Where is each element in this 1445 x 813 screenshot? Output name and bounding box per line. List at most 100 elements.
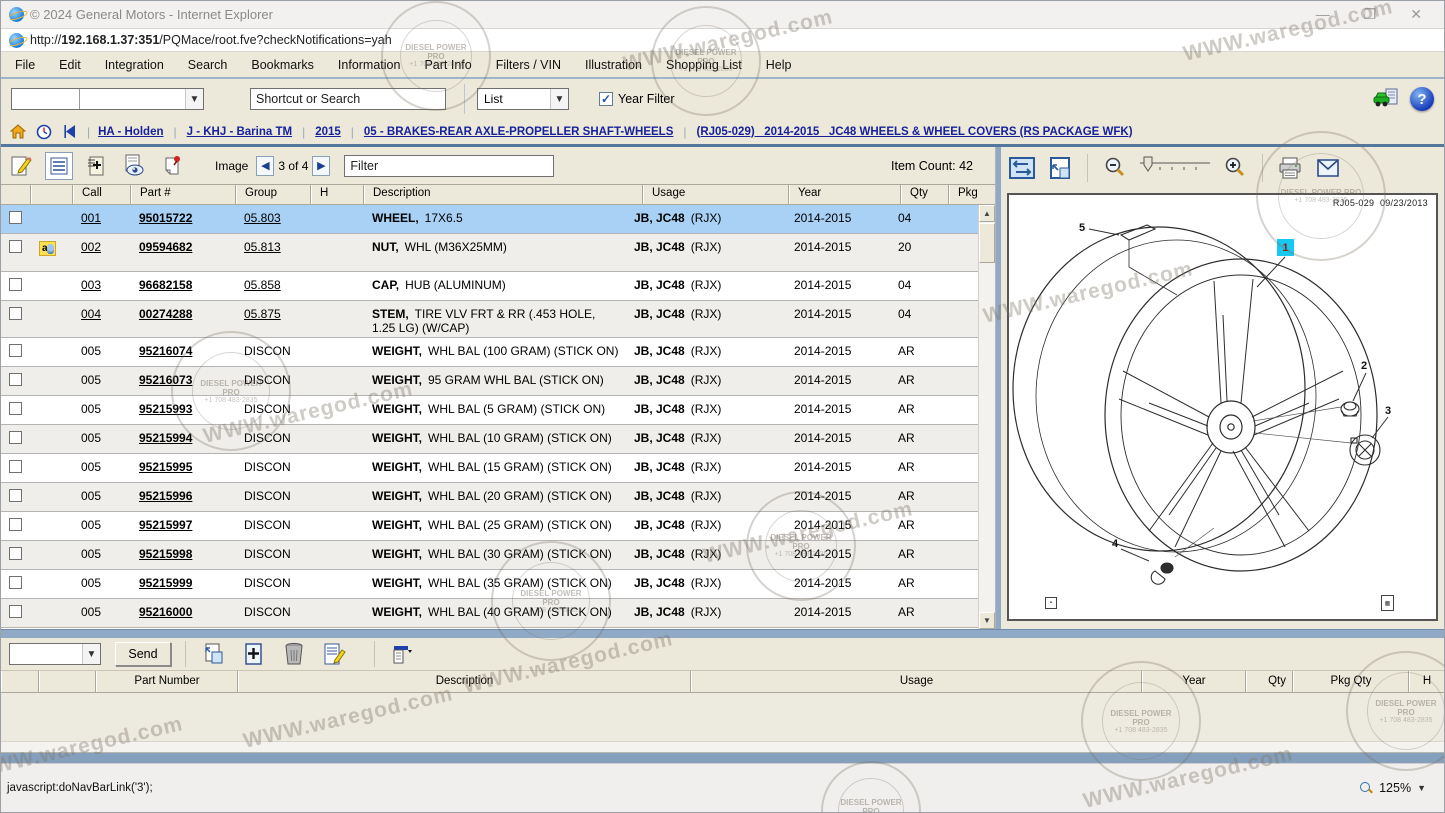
copy-item-icon[interactable]	[200, 640, 228, 668]
breadcrumb-link-0[interactable]: HA - Holden	[98, 126, 163, 138]
column-header-year[interactable]: Year	[1142, 671, 1246, 692]
part-number-link[interactable]: 95215999	[139, 576, 192, 590]
row-checkbox[interactable]	[9, 460, 22, 473]
table-row[interactable]: a0020959468205.813NUT,WHL (M36X25MM)JB, …	[1, 234, 978, 272]
send-target-select[interactable]: ▼	[9, 643, 101, 665]
column-header-description[interactable]: Description	[238, 671, 691, 692]
column-header-h[interactable]: H	[311, 185, 364, 204]
part-number-link[interactable]: 95215997	[139, 518, 192, 532]
fit-page-icon[interactable]	[1045, 153, 1075, 183]
chevron-down-icon[interactable]: ▼	[1417, 783, 1426, 793]
part-number-link[interactable]: 96682158	[139, 278, 192, 292]
row-checkbox[interactable]	[9, 344, 22, 357]
email-icon[interactable]	[1313, 153, 1343, 183]
row-checkbox[interactable]	[9, 211, 22, 224]
edit-note-icon[interactable]	[7, 152, 35, 180]
table-row[interactable]: 0019501572205.803WHEEL,17X6.5JB, JC48(RJ…	[1, 205, 978, 234]
pinned-note-icon[interactable]	[159, 152, 187, 180]
row-checkbox[interactable]	[9, 278, 22, 291]
history-clock-icon[interactable]	[35, 123, 53, 141]
column-header-year[interactable]: Year	[789, 185, 901, 204]
send-button[interactable]: Send	[115, 642, 171, 666]
group-code[interactable]: 05.803	[244, 211, 281, 225]
table-row[interactable]: 0040027428805.875STEM,TIRE VLV FRT & RR …	[1, 301, 978, 338]
row-checkbox[interactable]	[9, 373, 22, 386]
part-number-link[interactable]: 95215995	[139, 460, 192, 474]
table-row[interactable]: 00595215993DISCONWEIGHT,WHL BAL (5 GRAM)…	[1, 396, 978, 425]
column-settings-icon[interactable]	[389, 640, 417, 668]
url-text[interactable]: http://192.168.1.37:351/PQMace/root.fve?…	[30, 33, 392, 47]
list-view-icon[interactable]	[45, 152, 73, 180]
close-button[interactable]: ✕	[1410, 6, 1422, 23]
menu-shopping-list[interactable]: Shopping List	[666, 58, 742, 72]
zoom-control[interactable]: 125% ▼	[1360, 781, 1426, 795]
add-to-list-icon[interactable]	[83, 152, 111, 180]
table-row[interactable]: 00595215999DISCONWEIGHT,WHL BAL (35 GRAM…	[1, 570, 978, 599]
table-row[interactable]: 00595215994DISCONWEIGHT,WHL BAL (10 GRAM…	[1, 425, 978, 454]
column-header-note[interactable]	[31, 185, 73, 204]
column-header-qty[interactable]: Qty	[901, 185, 949, 204]
delete-item-icon[interactable]	[280, 640, 308, 668]
column-header-part[interactable]: Part #	[131, 185, 236, 204]
table-row[interactable]: 00595215996DISCONWEIGHT,WHL BAL (20 GRAM…	[1, 483, 978, 512]
table-row[interactable]: 00595215998DISCONWEIGHT,WHL BAL (30 GRAM…	[1, 541, 978, 570]
next-image-button[interactable]: ▶	[312, 156, 330, 176]
menu-part-info[interactable]: Part Info	[424, 58, 471, 72]
row-checkbox[interactable]	[9, 240, 22, 253]
column-header-usage[interactable]: Usage	[691, 671, 1142, 692]
table-row[interactable]: 00595216000DISCONWEIGHT,WHL BAL (40 GRAM…	[1, 599, 978, 628]
breadcrumb-link-2[interactable]: 2015	[315, 126, 341, 138]
add-item-icon[interactable]	[240, 640, 268, 668]
row-checkbox[interactable]	[9, 489, 22, 502]
part-number-link[interactable]: 00274288	[139, 307, 192, 321]
home-icon[interactable]	[9, 123, 27, 141]
year-filter-toggle[interactable]: ✓ Year Filter	[599, 92, 675, 106]
menu-integration[interactable]: Integration	[105, 58, 164, 72]
column-header-select[interactable]	[1, 185, 31, 204]
part-number-link[interactable]: 95216000	[139, 605, 192, 619]
row-checkbox[interactable]	[9, 431, 22, 444]
zoom-slider[interactable]	[1138, 153, 1212, 183]
column-header-qty[interactable]: Qty	[1246, 671, 1293, 692]
column-header-call[interactable]: Call	[73, 185, 131, 204]
call-number[interactable]: 003	[81, 278, 101, 292]
column-header-pkg[interactable]: Pkg	[949, 185, 995, 204]
preview-icon[interactable]	[121, 152, 149, 180]
vehicle-info-icon[interactable]	[1372, 85, 1400, 113]
group-code[interactable]: 05.813	[244, 240, 281, 254]
table-row[interactable]: 00595216073DISCONWEIGHT,95 GRAM WHL BAL …	[1, 367, 978, 396]
view-mode-select[interactable]: List▼	[477, 88, 569, 110]
menu-help[interactable]: Help	[766, 58, 792, 72]
call-number[interactable]: 004	[81, 307, 101, 321]
quick-select-combo[interactable]: ▼	[11, 88, 204, 110]
breadcrumb-link-4[interactable]: (RJ05-029) 2014-2015 JC48 WHEELS & WHEEL…	[697, 126, 1133, 138]
breadcrumb-link-1[interactable]: J - KHJ - Barina TM	[187, 126, 292, 138]
table-row[interactable]: 00595215997DISCONWEIGHT,WHL BAL (25 GRAM…	[1, 512, 978, 541]
prev-image-button[interactable]: ◀	[256, 156, 274, 176]
menu-search[interactable]: Search	[188, 58, 228, 72]
row-checkbox[interactable]	[9, 547, 22, 560]
back-icon[interactable]	[61, 123, 79, 141]
part-number-link[interactable]: 95215996	[139, 489, 192, 503]
scroll-up-icon[interactable]: ▲	[979, 205, 995, 222]
menu-information[interactable]: Information	[338, 58, 401, 72]
horizontal-splitter[interactable]	[1, 629, 1444, 638]
restore-button[interactable]: ❐	[1364, 6, 1377, 23]
menu-edit[interactable]: Edit	[59, 58, 81, 72]
row-checkbox[interactable]	[9, 307, 22, 320]
footnote-icon[interactable]: a	[39, 241, 56, 256]
chevron-down-icon[interactable]: ▼	[82, 644, 100, 664]
call-number[interactable]: 001	[81, 211, 101, 225]
menu-filters-vin[interactable]: Filters / VIN	[496, 58, 561, 72]
call-number[interactable]: 002	[81, 240, 101, 254]
table-row[interactable]: 0039668215805.858CAP,HUB (ALUMINUM)JB, J…	[1, 272, 978, 301]
part-number-link[interactable]: 09594682	[139, 240, 192, 254]
menu-bookmarks[interactable]: Bookmarks	[251, 58, 314, 72]
table-row[interactable]: 00595216074DISCONWEIGHT,WHL BAL (100 GRA…	[1, 338, 978, 367]
part-number-link[interactable]: 95215998	[139, 547, 192, 561]
chevron-down-icon[interactable]: ▼	[550, 89, 568, 109]
part-number-link[interactable]: 95215994	[139, 431, 192, 445]
column-header-pkg-qty[interactable]: Pkg Qty	[1293, 671, 1409, 692]
chevron-down-icon[interactable]: ▼	[185, 89, 203, 109]
column-header-usage[interactable]: Usage	[643, 185, 789, 204]
